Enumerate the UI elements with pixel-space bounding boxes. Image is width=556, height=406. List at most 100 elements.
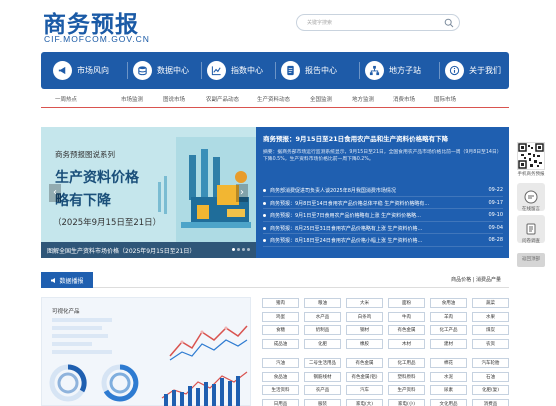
search-placeholder: 关键字搜索 <box>307 20 333 26</box>
commodity-tag[interactable]: 猪肉 <box>262 298 299 308</box>
back-to-top-button[interactable]: 返回顶部 <box>517 253 545 267</box>
commodity-tag[interactable]: 大米 <box>346 298 383 308</box>
slider-dot[interactable] <box>242 248 245 251</box>
commodity-tag[interactable]: 有色金属 <box>346 358 383 368</box>
commodity-tag[interactable]: 有色金属(铝) <box>346 371 383 382</box>
commodity-tag[interactable]: 钢材 <box>346 325 383 335</box>
qr-label: 手机商务预报 <box>517 172 545 177</box>
subnav-item[interactable]: 农副产品动态 <box>206 95 239 103</box>
featured-slider[interactable]: 商务预报图说系列 生产资料价格 略有下降 （2025年9月15日至21日） ‹ … <box>41 127 256 258</box>
commodity-tag[interactable]: 钢筋线材 <box>304 371 341 382</box>
commodity-tag[interactable]: 石油 <box>472 371 509 382</box>
news-headline[interactable]: 商务预报：9月15日至21日食用农产品和生产资料价格略有下降 <box>263 133 448 143</box>
nav-label: 数据中心 <box>157 66 189 75</box>
visual-products-card[interactable]: 可视化产品 <box>41 297 251 406</box>
commodity-tag[interactable]: 生产资料 <box>388 385 425 395</box>
commodity-tag[interactable]: 食用油 <box>430 298 467 308</box>
commodity-tag[interactable]: 鸡蛋 <box>262 311 299 322</box>
sub-nav: 一周热点 市场监测 图说市场 农副产品动态 生产资料动态 全国监测 地方监测 消… <box>41 92 509 106</box>
slide-caption-bar[interactable]: 图解全国生产资料市场价格（2025年9月15日至21日） <box>41 242 256 258</box>
nav-item-about-us[interactable]: 关于我们 <box>445 52 501 89</box>
commodity-tag[interactable]: 棉花 <box>430 358 467 368</box>
commodity-tag[interactable]: 化工用品 <box>388 358 425 368</box>
commodity-tag[interactable]: 消费品 <box>472 398 509 406</box>
main-nav: 市场风向 数据中心 指数中心 报告中心 地方子站 关于我们 <box>41 52 509 89</box>
commodity-tag[interactable]: 塑料原料 <box>388 371 425 382</box>
commodity-tag[interactable]: 食糖 <box>262 325 299 335</box>
commodity-tag[interactable]: 汽车轮胎 <box>472 358 509 368</box>
slider-dot[interactable] <box>247 248 250 251</box>
commodity-tag[interactable]: 服装 <box>304 398 341 406</box>
commodity-tag[interactable]: 汽油 <box>262 358 299 368</box>
commodity-tag[interactable]: 文化用品 <box>430 398 467 406</box>
slide-headline-2: 略有下降 <box>55 193 111 209</box>
slider-dot[interactable] <box>232 248 235 251</box>
commodity-tag[interactable]: 农产品 <box>304 385 341 395</box>
commodity-tag[interactable]: 化工产品 <box>430 325 467 335</box>
subnav-item[interactable]: 消费市场 <box>393 95 415 103</box>
commodity-tag[interactable]: 食品油 <box>262 371 299 382</box>
nav-item-data-center[interactable]: 数据中心 <box>133 52 189 89</box>
subnav-item[interactable]: 全国监测 <box>310 95 332 103</box>
speaker-icon <box>51 277 56 283</box>
commodity-tag[interactable]: 生活资料 <box>262 385 299 395</box>
commodity-tag[interactable]: 白条鸡 <box>346 311 383 322</box>
slide-caption: 图解全国生产资料市场价格（2025年9月15日至21日） <box>47 248 196 255</box>
nav-label: 市场风向 <box>77 66 109 75</box>
commodity-tag[interactable]: 水果 <box>472 311 509 322</box>
subnav-item[interactable]: 国际市场 <box>434 95 456 103</box>
subnav-item[interactable]: 图说市场 <box>163 95 185 103</box>
subnav-item[interactable]: 生产资料动态 <box>257 95 290 103</box>
commodity-tag[interactable]: 日用品 <box>262 398 299 406</box>
commodity-tag[interactable]: 水泥 <box>430 371 467 382</box>
search-input[interactable]: 关键字搜索 <box>296 14 460 31</box>
nav-item-index-center[interactable]: 指数中心 <box>207 52 263 89</box>
subnav-item[interactable]: 市场监测 <box>121 95 143 103</box>
megaphone-icon <box>53 61 72 80</box>
commodity-tag[interactable]: 橡胶 <box>346 338 383 349</box>
commodity-tag[interactable]: 粮油 <box>304 298 341 308</box>
commodity-tag[interactable]: 奶制品 <box>304 325 341 335</box>
commodity-tag[interactable]: 建材 <box>430 338 467 349</box>
nav-item-local-sites[interactable]: 地方子站 <box>365 52 421 89</box>
news-item[interactable]: 商务部消费促进司负责人谈2025年8月我国消费市场情况 09-22 <box>263 184 503 197</box>
slider-next-button[interactable]: › <box>236 184 248 202</box>
search-icon[interactable] <box>444 18 454 28</box>
commodity-tag[interactable]: 化肥 <box>304 338 341 349</box>
commodity-tag[interactable]: 汽车 <box>346 385 383 395</box>
subnav-item[interactable]: 地方监测 <box>352 95 374 103</box>
slider-prev-button[interactable]: ‹ <box>49 184 61 202</box>
slider-dots <box>232 248 250 251</box>
commodity-tag[interactable]: 农资 <box>472 338 509 349</box>
nav-item-report-center[interactable]: 报告中心 <box>281 52 337 89</box>
subnav-item[interactable]: 一周热点 <box>55 95 77 103</box>
nav-item-market-trend[interactable]: 市场风向 <box>53 52 109 89</box>
commodity-tag[interactable]: 羊肉 <box>430 311 467 322</box>
commodity-tag[interactable]: 煤炭 <box>472 325 509 335</box>
commodity-tag[interactable]: 蔬菜 <box>472 298 509 308</box>
commodity-tag[interactable]: 木材 <box>388 338 425 349</box>
commodity-tag[interactable]: 尿素 <box>430 385 467 395</box>
decorative-charts-illustration <box>49 318 248 406</box>
commodity-tag[interactable]: 家电(小) <box>388 398 425 406</box>
slider-dot[interactable] <box>237 248 240 251</box>
news-item[interactable]: 商务预报：8月18日至24日食用农产品价格小幅上涨 生产资料价格... 08-28 <box>263 234 503 247</box>
commodity-tag[interactable]: 水产品 <box>304 311 341 322</box>
commodity-tag[interactable]: 面粉 <box>388 298 425 308</box>
nav-label: 指数中心 <box>231 66 263 75</box>
section-links[interactable]: 商品价格 | 消费品产量 <box>451 276 501 283</box>
news-item[interactable]: 商务预报：9月8日至14日食用农产品价格总体平稳 生产资料价格略有... 09-1… <box>263 197 503 209</box>
commodity-tag[interactable]: 成品油 <box>262 338 299 349</box>
line-chart-icon <box>207 61 226 80</box>
news-item[interactable]: 商务预报：9月1日至7日食用农产品价格略有上涨 生产资料价格略... 09-10 <box>263 209 503 222</box>
commodity-tag[interactable]: 牛肉 <box>388 311 425 322</box>
tab-data-broadcast[interactable]: 数据播报 <box>41 272 93 288</box>
commodity-tag[interactable]: 有色金属 <box>388 325 425 335</box>
commodity-tag[interactable]: 化肥(复) <box>472 385 509 395</box>
commodity-tag[interactable]: 二号生活用品 <box>304 358 341 368</box>
nav-label: 关于我们 <box>469 66 501 75</box>
news-item[interactable]: 商务预报：8月25日至31日食用农产品价格略有上涨 生产资料价格... 09-04 <box>263 222 503 234</box>
message-icon <box>524 190 538 204</box>
commodity-tag[interactable]: 家电(大) <box>346 398 383 406</box>
message-label: 在线留言 <box>522 207 540 212</box>
